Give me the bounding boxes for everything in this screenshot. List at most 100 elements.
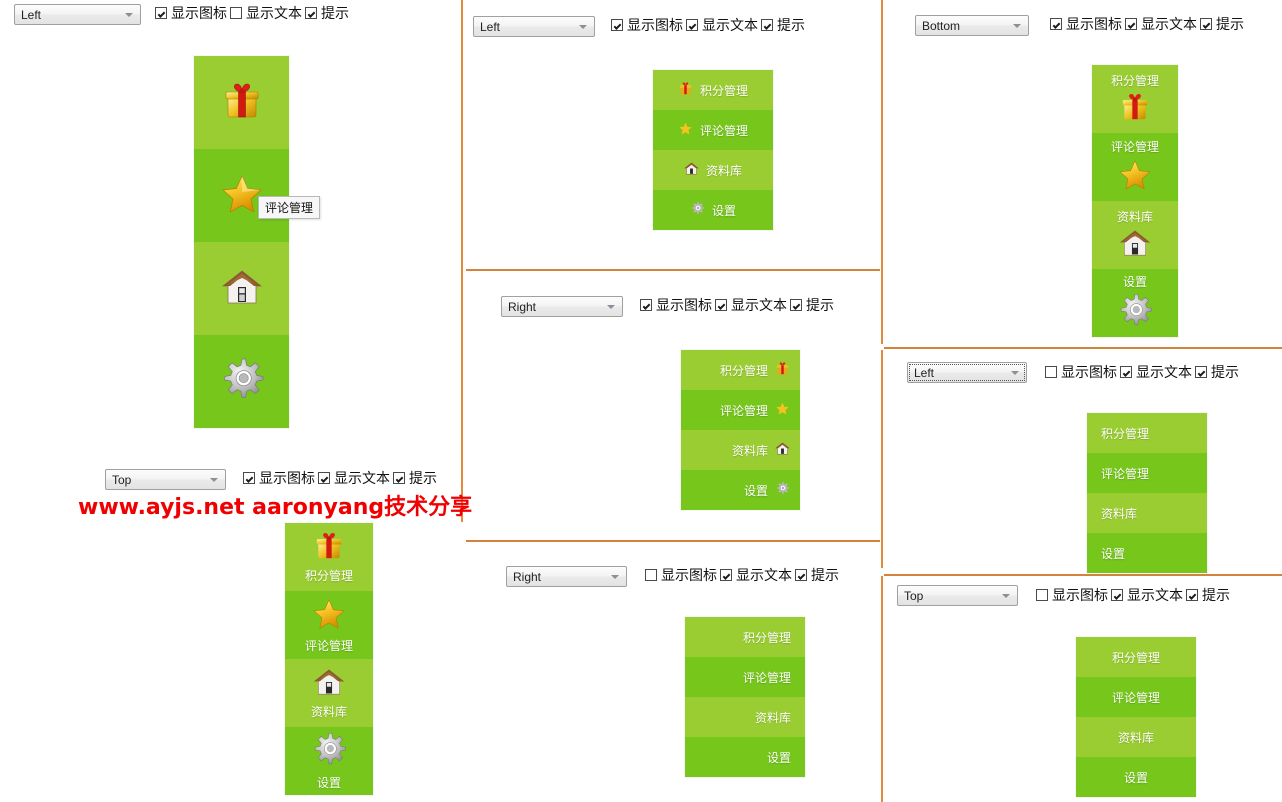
show-icon-checkbox-item[interactable]: 显示图标 bbox=[611, 17, 686, 35]
checkbox-box[interactable] bbox=[1036, 589, 1048, 602]
menu-item[interactable] bbox=[194, 335, 289, 428]
menu-item[interactable]: 设置 bbox=[681, 470, 800, 510]
orientation-dropdown[interactable]: Left bbox=[907, 362, 1027, 383]
menu-item[interactable]: 评论管理 bbox=[653, 110, 773, 150]
menu-item[interactable]: 评论管理 bbox=[681, 390, 800, 430]
checkbox-box[interactable] bbox=[243, 472, 255, 485]
show-text-checkbox-item[interactable]: 显示文本 bbox=[715, 297, 790, 315]
menu-item-label: 资料库 bbox=[754, 710, 791, 725]
show-text-checkbox-item[interactable]: 显示文本 bbox=[1125, 16, 1200, 34]
show-icon-label: 显示图标 bbox=[661, 568, 717, 585]
menu-item[interactable]: 积分管理 bbox=[685, 617, 805, 657]
checkbox-box[interactable] bbox=[715, 299, 727, 312]
show-icon-checkbox-item[interactable]: 显示图标 bbox=[243, 470, 318, 488]
checkbox-box[interactable] bbox=[645, 569, 657, 582]
tooltip-checkbox-item[interactable]: 提示 bbox=[1200, 16, 1247, 34]
checkbox-box[interactable] bbox=[640, 299, 652, 312]
checkbox-box[interactable] bbox=[1195, 366, 1207, 379]
menu-item[interactable]: 设置 bbox=[1087, 533, 1207, 573]
orientation-dropdown[interactable]: Right bbox=[506, 566, 627, 587]
checkbox-box[interactable] bbox=[611, 19, 623, 32]
menu-item[interactable]: 积分管理 bbox=[1076, 637, 1196, 677]
menu-item[interactable]: 资料库 bbox=[285, 659, 373, 727]
menu-item[interactable]: 评论管理 bbox=[285, 591, 373, 659]
tooltip-checkbox-item[interactable]: 提示 bbox=[1186, 587, 1233, 605]
menu-item[interactable]: 积分管理 bbox=[681, 350, 800, 390]
menu-item[interactable]: 资料库 bbox=[1092, 201, 1178, 269]
menu-item[interactable]: 设置 bbox=[1092, 269, 1178, 337]
orientation-dropdown[interactable]: Bottom bbox=[915, 15, 1029, 36]
menu-item[interactable]: 积分管理 bbox=[285, 523, 373, 591]
menu-item[interactable]: 资料库 bbox=[1087, 493, 1207, 533]
menu-item[interactable]: 积分管理 bbox=[1092, 65, 1178, 133]
dropdown-value: Bottom bbox=[922, 19, 961, 33]
tooltip-checkbox-item[interactable]: 提示 bbox=[1195, 364, 1242, 382]
checkbox-box[interactable] bbox=[1050, 18, 1062, 31]
menu-item[interactable] bbox=[194, 242, 289, 335]
orientation-dropdown[interactable]: Left bbox=[14, 4, 141, 25]
show-icon-checkbox-item[interactable]: 显示图标 bbox=[1050, 16, 1125, 34]
checkbox-box[interactable] bbox=[393, 472, 405, 485]
gift-icon bbox=[221, 80, 263, 125]
checkbox-box[interactable] bbox=[795, 569, 807, 582]
tooltip-checkbox-item[interactable]: 提示 bbox=[761, 17, 808, 35]
menu-item[interactable]: 设置 bbox=[685, 737, 805, 777]
menu-item[interactable]: 评论管理 bbox=[685, 657, 805, 697]
orientation-dropdown[interactable]: Right bbox=[501, 296, 623, 317]
checkbox-box[interactable] bbox=[790, 299, 802, 312]
checkbox-box[interactable] bbox=[1200, 18, 1212, 31]
menu-item[interactable]: 设置 bbox=[653, 190, 773, 230]
tooltip-checkbox-item[interactable]: 提示 bbox=[795, 567, 842, 585]
show-icon-checkbox-item[interactable]: 显示图标 bbox=[645, 567, 720, 585]
menu-item[interactable]: 资料库 bbox=[681, 430, 800, 470]
tooltip-checkbox-item[interactable]: 提示 bbox=[393, 470, 440, 488]
menu-item[interactable]: 评论管理 bbox=[1076, 677, 1196, 717]
menu-item[interactable]: 资料库 bbox=[685, 697, 805, 737]
orientation-dropdown[interactable]: Top bbox=[897, 585, 1018, 606]
menu-item[interactable]: 积分管理 bbox=[1087, 413, 1207, 453]
checkbox-box[interactable] bbox=[720, 569, 732, 582]
checkbox-box[interactable] bbox=[1045, 366, 1057, 379]
checkbox-box[interactable] bbox=[230, 7, 242, 20]
menu-item[interactable] bbox=[194, 56, 289, 149]
gift-icon bbox=[1119, 91, 1151, 126]
show-text-checkbox-item[interactable]: 显示文本 bbox=[230, 5, 305, 23]
gift-icon bbox=[678, 81, 693, 99]
orientation-dropdown[interactable]: Left bbox=[473, 16, 595, 37]
menu-item[interactable]: 资料库 bbox=[653, 150, 773, 190]
menu-tooltip: 评论管理 bbox=[258, 196, 321, 219]
checkbox-box[interactable] bbox=[686, 19, 698, 32]
orientation-dropdown[interactable]: Top bbox=[105, 469, 226, 490]
show-text-label: 显示文本 bbox=[702, 18, 758, 35]
tooltip-checkbox-item[interactable]: 提示 bbox=[790, 297, 837, 315]
checkbox-box[interactable] bbox=[305, 7, 317, 20]
checkbox-box[interactable] bbox=[1111, 589, 1123, 602]
menu-item[interactable]: 设置 bbox=[1076, 757, 1196, 797]
menu-item-label: 设置 bbox=[316, 776, 341, 790]
show-text-checkbox-item[interactable]: 显示文本 bbox=[318, 470, 393, 488]
show-text-label: 显示文本 bbox=[1141, 17, 1197, 34]
chevron-down-icon bbox=[1013, 24, 1021, 28]
show-text-checkbox-item[interactable]: 显示文本 bbox=[686, 17, 761, 35]
menu-item[interactable]: 资料库 bbox=[1076, 717, 1196, 757]
checkbox-box[interactable] bbox=[1125, 18, 1137, 31]
show-text-checkbox-item[interactable]: 显示文本 bbox=[720, 567, 795, 585]
show-text-label: 显示文本 bbox=[334, 471, 390, 488]
menu-item[interactable]: 评论管理 bbox=[1087, 453, 1207, 493]
show-icon-checkbox-item[interactable]: 显示图标 bbox=[1045, 364, 1120, 382]
show-icon-checkbox-item[interactable]: 显示图标 bbox=[640, 297, 715, 315]
tooltip-checkbox-item[interactable]: 提示 bbox=[305, 5, 352, 23]
checkbox-box[interactable] bbox=[1186, 589, 1198, 602]
show-icon-checkbox-item[interactable]: 显示图标 bbox=[155, 5, 230, 23]
menu-item[interactable]: 设置 bbox=[285, 727, 373, 795]
menu-item[interactable]: 积分管理 bbox=[653, 70, 773, 110]
menu-item[interactable]: 评论管理 bbox=[1092, 133, 1178, 201]
checkbox-box[interactable] bbox=[155, 7, 167, 20]
show-text-checkbox-item[interactable]: 显示文本 bbox=[1120, 364, 1195, 382]
show-text-checkbox-item[interactable]: 显示文本 bbox=[1111, 587, 1186, 605]
checkbox-box[interactable] bbox=[318, 472, 330, 485]
checkbox-box[interactable] bbox=[761, 19, 773, 32]
checkbox-box[interactable] bbox=[1120, 366, 1132, 379]
show-icon-checkbox-item[interactable]: 显示图标 bbox=[1036, 587, 1111, 605]
star-icon bbox=[1117, 157, 1153, 196]
